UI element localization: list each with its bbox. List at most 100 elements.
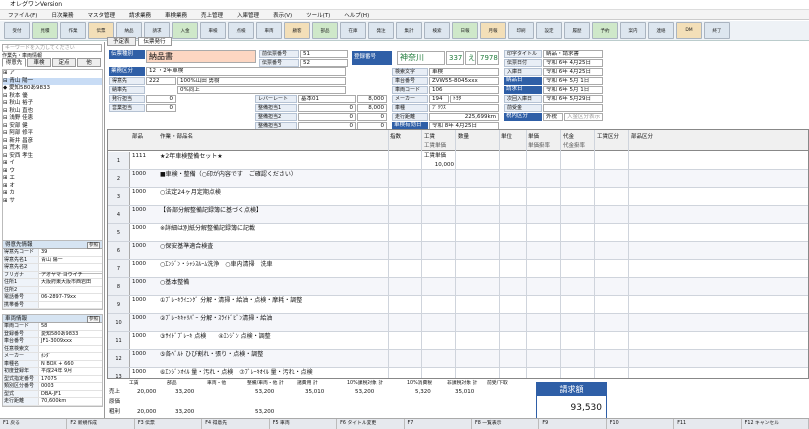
kind-field[interactable]: 車検	[429, 68, 499, 76]
function-key-8[interactable]: F8 一覧表示	[472, 419, 540, 429]
vehicle-field-value[interactable]: 17075	[39, 376, 102, 383]
left-tab-0[interactable]: 得意先	[2, 58, 26, 67]
customer-field-value[interactable]	[39, 264, 102, 271]
table-row[interactable]: 2 1000 ■車検・整備（○印が内容です ご確認ください）	[108, 170, 808, 188]
tree-node[interactable]: ⊟ 荒木 剛	[3, 145, 102, 153]
recv-field[interactable]	[543, 104, 603, 112]
part-code[interactable]: 1000	[132, 278, 146, 287]
item-name[interactable]: ※詳細は別紙分解整備記録簿に記載	[160, 224, 255, 233]
item-name[interactable]: ③ｻｲﾄﾞﾌﾞﾚｰｷ 点検 ④ｴﾝｼﾞﾝ 点検・調整	[160, 332, 271, 341]
toolbar-button-0[interactable]: 受付	[4, 22, 30, 39]
model-field[interactable]: ﾌﾟﾘｳｽ	[429, 104, 499, 112]
part-code[interactable]: 1000	[132, 206, 146, 215]
tree-node[interactable]: ⊟ 新井 昌彦	[3, 138, 102, 146]
tree-node[interactable]: ⊟ 秋山 直也	[3, 108, 102, 116]
part-code[interactable]: 1000	[132, 350, 146, 359]
tree-node[interactable]: ⊟ 安部 健	[3, 123, 102, 131]
menu-item-3[interactable]: 請求業務	[129, 11, 151, 19]
car-code-field[interactable]: 106	[429, 86, 499, 94]
vehicle-field-value[interactable]: 平成24年 9月	[39, 368, 102, 375]
menu-item-6[interactable]: 入庫管理	[237, 11, 259, 19]
vehicle-field-value[interactable]	[39, 346, 102, 353]
part-code[interactable]: 1000	[132, 188, 146, 197]
item-name[interactable]: ②ﾌﾞﾚｰｷｷｬﾘﾊﾟｰ 分解・ｽﾗｲﾄﾞﾋﾟﾝ清掃・給油	[160, 314, 272, 323]
slip-type-field[interactable]: 納品書	[146, 50, 256, 63]
customer-field-value[interactable]: 39	[39, 249, 102, 256]
slip-no-field[interactable]: 52	[300, 59, 348, 67]
function-key-2[interactable]: F2 新規作成	[67, 419, 135, 429]
tree-node[interactable]: ⊞ オ	[3, 183, 102, 191]
menu-item-8[interactable]: ツール(T)	[306, 11, 330, 19]
tree-node[interactable]: ⊞ ア	[3, 70, 102, 78]
menu-item-5[interactable]: 売上管理	[201, 11, 223, 19]
tree-node[interactable]: ⊟ 青山 陽一	[3, 77, 102, 85]
date5-field[interactable]: 令和 6年 5月29日	[543, 95, 603, 103]
tree-node[interactable]: ⊟ 阿部 修平	[3, 130, 102, 138]
tree-node[interactable]: ⊟ 秋本 優	[3, 93, 102, 101]
left-tab-2[interactable]: 定点	[52, 58, 76, 67]
vin-field[interactable]: ZVW55-8045xxx	[429, 77, 499, 85]
tab-1[interactable]: 伝票発行	[137, 37, 172, 46]
tree-node[interactable]: ⊞ カ	[3, 190, 102, 198]
part-code[interactable]: 1111	[132, 152, 146, 161]
reg-kana[interactable]: え	[465, 51, 476, 65]
tree-node[interactable]: ◆ 愛知580あ9833	[3, 85, 102, 93]
table-row[interactable]: 9 1000 ①ﾌﾞﾚｰｷﾗｲﾆﾝｸﾞ 分解・清掃・給油・点検・摩耗・調整	[108, 296, 808, 314]
function-key-4[interactable]: F4 得意先	[202, 419, 270, 429]
tree-node[interactable]: ⊟ 秋山 裕子	[3, 100, 102, 108]
left-tab-1[interactable]: 車検	[27, 58, 51, 67]
table-row[interactable]: 11 1000 ③ｻｲﾄﾞﾌﾞﾚｰｷ 点検 ④ｴﾝｼﾞﾝ 点検・調整	[108, 332, 808, 350]
item-name[interactable]: ○法定24ヶ月定期点検	[160, 188, 221, 197]
vehicle-field-value[interactable]: 58	[39, 323, 102, 330]
item-name[interactable]: ★2年車検整備セット★	[160, 152, 223, 161]
part-code[interactable]: 1000	[132, 368, 146, 377]
part-code[interactable]: 1000	[132, 224, 146, 233]
function-key-11[interactable]: F11	[674, 419, 742, 429]
vehicle-field-value[interactable]: 0003	[39, 383, 102, 390]
reg-class[interactable]: 337	[446, 51, 464, 65]
maker-code[interactable]: 194	[429, 95, 449, 103]
vehicle-field-value[interactable]: 愛知580あ9833	[39, 331, 102, 338]
table-row[interactable]: 1 1111 ★2年車検整備セット★ 工賃単価 10,000	[108, 152, 808, 170]
customer-field-value[interactable]	[39, 302, 102, 309]
customer-ref-button[interactable]: 参照	[87, 242, 100, 249]
reg-number[interactable]: 7978	[477, 51, 499, 65]
menu-item-9[interactable]: ヘルプ(H)	[344, 11, 369, 19]
part-code[interactable]: 1000	[132, 242, 146, 251]
table-row[interactable]: 4 1000 【各部分解整備記録簿に基づく点検】	[108, 206, 808, 224]
tree-node[interactable]: ⊞ エ	[3, 175, 102, 183]
tax-type-field[interactable]: 外税	[543, 113, 563, 121]
vehicle-field-value[interactable]: ﾎﾝﾀﾞ	[39, 353, 102, 360]
tree-node[interactable]: ⊟ 浅野 佳恵	[3, 115, 102, 123]
function-key-9[interactable]: F9	[539, 419, 607, 429]
item-name[interactable]: ○保安基準適合検査	[160, 242, 213, 251]
function-key-1[interactable]: F1 戻る	[0, 419, 68, 429]
item-name[interactable]: ⑤各ﾍﾞﾙﾄ ひび割れ・張り・点検・調整	[160, 350, 263, 359]
item-name[interactable]: ①ﾌﾞﾚｰｷﾗｲﾆﾝｸﾞ 分解・清掃・給油・点検・摩耗・調整	[160, 296, 302, 305]
function-key-10[interactable]: F10	[607, 419, 675, 429]
customer-field-value[interactable]: アオヤマ ヨウイチ	[39, 272, 102, 279]
menu-item-7[interactable]: 表示(V)	[273, 11, 292, 19]
customer-field-value[interactable]: 青山 陽一	[39, 257, 102, 264]
part-code[interactable]: 1000	[132, 296, 146, 305]
function-key-7[interactable]: F7	[405, 419, 472, 429]
part-code[interactable]: 1000	[132, 170, 146, 179]
menu-item-4[interactable]: 車検業務	[165, 11, 187, 19]
date1-field[interactable]: 令和 6年 4月25日	[543, 59, 603, 67]
part-code[interactable]: 1000	[132, 314, 146, 323]
table-row[interactable]: 8 1000 ○基本整備	[108, 278, 808, 296]
customer-field-value[interactable]	[39, 287, 102, 294]
toolbar-button-2[interactable]: 作業	[60, 22, 86, 39]
vehicle-ref-button[interactable]: 参照	[87, 316, 100, 323]
cust-code[interactable]: 222	[146, 77, 176, 85]
staff2-field[interactable]: 0	[298, 113, 356, 121]
toolbar-button-1[interactable]: 見積	[32, 22, 58, 39]
vehicle-field-value[interactable]: N BOX + 660	[39, 361, 102, 368]
left-tab-3[interactable]: 他	[77, 58, 101, 67]
customer-field-value[interactable]: 06-2897-79xx	[39, 294, 102, 301]
tree-node[interactable]: ⊟ 安西 孝生	[3, 153, 102, 161]
tree-node[interactable]: ⊞ サ	[3, 198, 102, 206]
print-title-field[interactable]: 納品・請求書	[543, 50, 603, 58]
detail-grid[interactable]: 部品 作業・部品名 指数 工賃 数量 単位 単価 代金 工賃区分 部品区分 工賃単価 単価掛率 代金掛率…	[107, 129, 809, 410]
function-key-6[interactable]: F6 タイトル変更	[337, 419, 405, 429]
